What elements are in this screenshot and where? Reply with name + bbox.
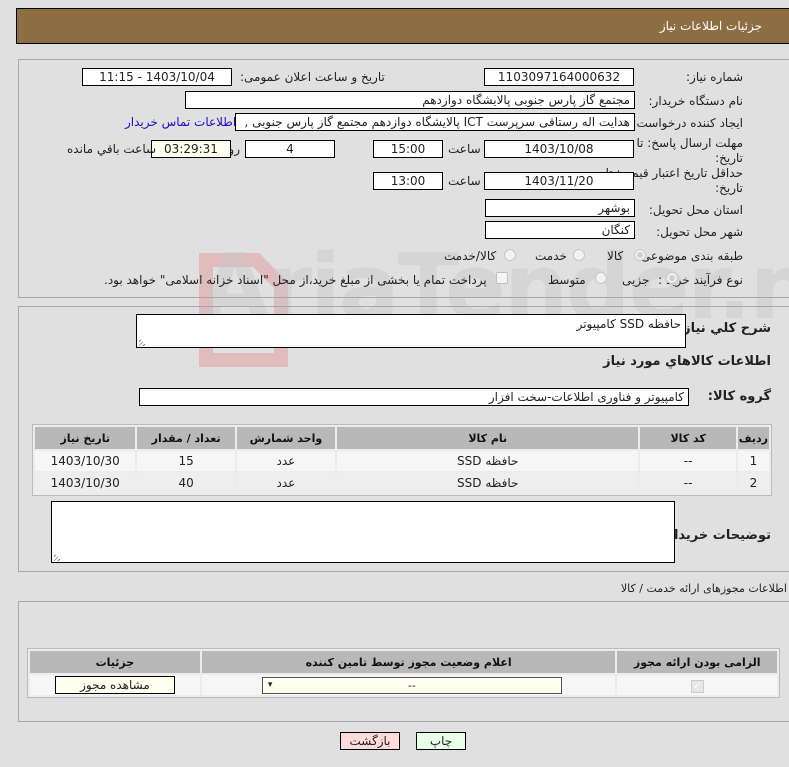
price-validity-date-field: 1403/11/20 bbox=[484, 172, 634, 190]
cell-row: 2 bbox=[737, 473, 769, 493]
cell-code: -- bbox=[640, 451, 736, 471]
col-permit-details: جزئیات bbox=[30, 651, 200, 673]
col-name: نام کالا bbox=[337, 427, 639, 449]
col-unit: واحد شمارش bbox=[236, 427, 336, 449]
province-field: بوشهر bbox=[485, 199, 635, 217]
remaining-time-field: 03:29:31 bbox=[151, 140, 231, 158]
general-desc-textarea[interactable]: حافظه SSD کامپیوتر bbox=[136, 314, 686, 348]
resize-grip-icon[interactable] bbox=[54, 553, 62, 561]
province-label: استان محل تحویل: bbox=[648, 203, 743, 217]
deadline-label: مهلت ارسال پاسخ: تا تاریخ: bbox=[636, 136, 743, 165]
cell-name: حافظه SSD bbox=[337, 451, 639, 471]
permit-details-cell: مشاهده مجوز bbox=[30, 675, 200, 695]
city-label: شهر محل تحویل: bbox=[656, 225, 743, 239]
table-row: 2 -- حافظه SSD عدد 40 1403/10/30 bbox=[35, 473, 769, 493]
cell-date: 1403/10/30 bbox=[35, 451, 136, 471]
permit-required-cell: ✓ bbox=[617, 675, 777, 695]
cell-name: حافظه SSD bbox=[337, 473, 639, 493]
process-radio-medium[interactable] bbox=[595, 272, 607, 284]
cell-qty: 40 bbox=[137, 473, 235, 493]
process-option-medium: متوسط bbox=[548, 273, 586, 287]
deadline-time-field: 15:00 bbox=[373, 140, 443, 158]
treasury-checkbox[interactable] bbox=[496, 272, 508, 284]
need-number-label: شماره نیاز: bbox=[686, 70, 743, 84]
deadline-date-field: 1403/10/08 bbox=[484, 140, 634, 158]
buyer-contact-link[interactable]: اطلاعات تماس خریدار bbox=[125, 115, 236, 129]
page-header: جزئیات اطلاعات نیاز bbox=[16, 8, 789, 44]
permits-title: اطلاعات مجوزهای ارائه خدمت / کالا bbox=[620, 582, 787, 595]
cell-qty: 15 bbox=[137, 451, 235, 471]
permit-status-value: -- bbox=[407, 679, 416, 692]
cell-code: -- bbox=[640, 473, 736, 493]
col-row: ردیف bbox=[737, 427, 769, 449]
city-field: کنگان bbox=[485, 221, 635, 239]
buyer-notes-label: توضیحات خریدار: bbox=[661, 528, 771, 543]
col-date: تاریخ نیاز bbox=[35, 427, 136, 449]
cell-date: 1403/10/30 bbox=[35, 473, 136, 493]
process-radio-minor[interactable] bbox=[666, 272, 678, 284]
process-option-minor: جزیی bbox=[622, 273, 650, 287]
items-table: ردیف کد کالا نام کالا واحد شمارش تعداد /… bbox=[32, 424, 772, 496]
cell-unit: عدد bbox=[236, 473, 336, 493]
permit-status-cell: -- ▾ bbox=[201, 675, 616, 695]
col-permit-status: اعلام وضعیت مجوز توسط تامین کننده bbox=[201, 651, 616, 673]
remaining-time-label: ساعت باقي مانده bbox=[67, 142, 157, 156]
col-permit-required: الزامی بودن ارائه مجوز bbox=[617, 651, 777, 673]
buyer-org-field: مجتمع گاز پارس جنوبی پالایشگاه دوازدهم bbox=[185, 91, 635, 109]
permit-required-checkbox: ✓ bbox=[690, 679, 704, 693]
permits-table: الزامی بودن ارائه مجوز اعلام وضعیت مجوز … bbox=[27, 648, 780, 698]
permits-table-header: الزامی بودن ارائه مجوز اعلام وضعیت مجوز … bbox=[30, 651, 777, 673]
col-code: کد کالا bbox=[640, 427, 736, 449]
category-radio-service[interactable] bbox=[573, 249, 585, 261]
remaining-days-field: 4 bbox=[245, 140, 335, 158]
page-title: جزئیات اطلاعات نیاز bbox=[659, 19, 762, 33]
creator-field: هدایت اله رستاقی سرپرست ICT پالایشگاه دو… bbox=[235, 113, 635, 131]
price-validity-time-label: ساعت bbox=[448, 174, 481, 188]
category-radio-goods-service[interactable] bbox=[504, 249, 516, 261]
creator-label: ایجاد کننده درخواست: bbox=[632, 116, 743, 130]
resize-grip-icon[interactable] bbox=[139, 338, 147, 346]
need-number-field: 1103097164000632 bbox=[484, 68, 634, 86]
table-row: 1 -- حافظه SSD عدد 15 1403/10/30 bbox=[35, 451, 769, 471]
buyer-org-label: نام دستگاه خریدار: bbox=[648, 94, 744, 108]
announce-label: تاریخ و ساعت اعلان عمومی: bbox=[240, 70, 385, 84]
col-qty: تعداد / مقدار bbox=[137, 427, 235, 449]
goods-group-label: گروه کالا: bbox=[707, 389, 771, 404]
price-validity-time-field: 13:00 bbox=[373, 172, 443, 190]
table-row: ✓ -- ▾ مشاهده مجوز bbox=[30, 675, 777, 695]
general-desc-label: شرح کلي نیاز: bbox=[677, 321, 771, 336]
deadline-time-label: ساعت bbox=[448, 142, 481, 156]
treasury-note: پرداخت تمام یا بخشی از مبلغ خرید،از محل … bbox=[104, 273, 487, 287]
category-radio-goods[interactable] bbox=[634, 249, 646, 261]
cell-row: 1 bbox=[737, 451, 769, 471]
view-permit-button[interactable]: مشاهده مجوز bbox=[54, 676, 175, 694]
goods-group-field: کامپیوتر و فناوری اطلاعات-سخت افزار bbox=[139, 388, 689, 406]
category-option-service: خدمت bbox=[535, 249, 567, 263]
permit-status-select[interactable]: -- ▾ bbox=[261, 677, 562, 694]
items-table-header: ردیف کد کالا نام کالا واحد شمارش تعداد /… bbox=[35, 427, 769, 449]
buyer-notes-textarea[interactable] bbox=[51, 501, 675, 563]
general-desc-value: حافظه SSD کامپیوتر bbox=[576, 317, 681, 331]
chevron-down-icon: ▾ bbox=[267, 680, 273, 690]
category-label: طبقه بندی موضوعی: bbox=[636, 249, 743, 263]
goods-info-title: اطلاعات کالاهاي مورد نیاز bbox=[603, 354, 771, 369]
category-option-goods: کالا bbox=[607, 249, 624, 263]
category-option-goods-service: کالا/خدمت bbox=[444, 249, 497, 263]
back-button[interactable]: بازگشت bbox=[340, 732, 400, 750]
cell-unit: عدد bbox=[236, 451, 336, 471]
print-button[interactable]: چاپ bbox=[416, 732, 466, 750]
announce-datetime-field: 1403/10/04 - 11:15 bbox=[82, 68, 232, 86]
